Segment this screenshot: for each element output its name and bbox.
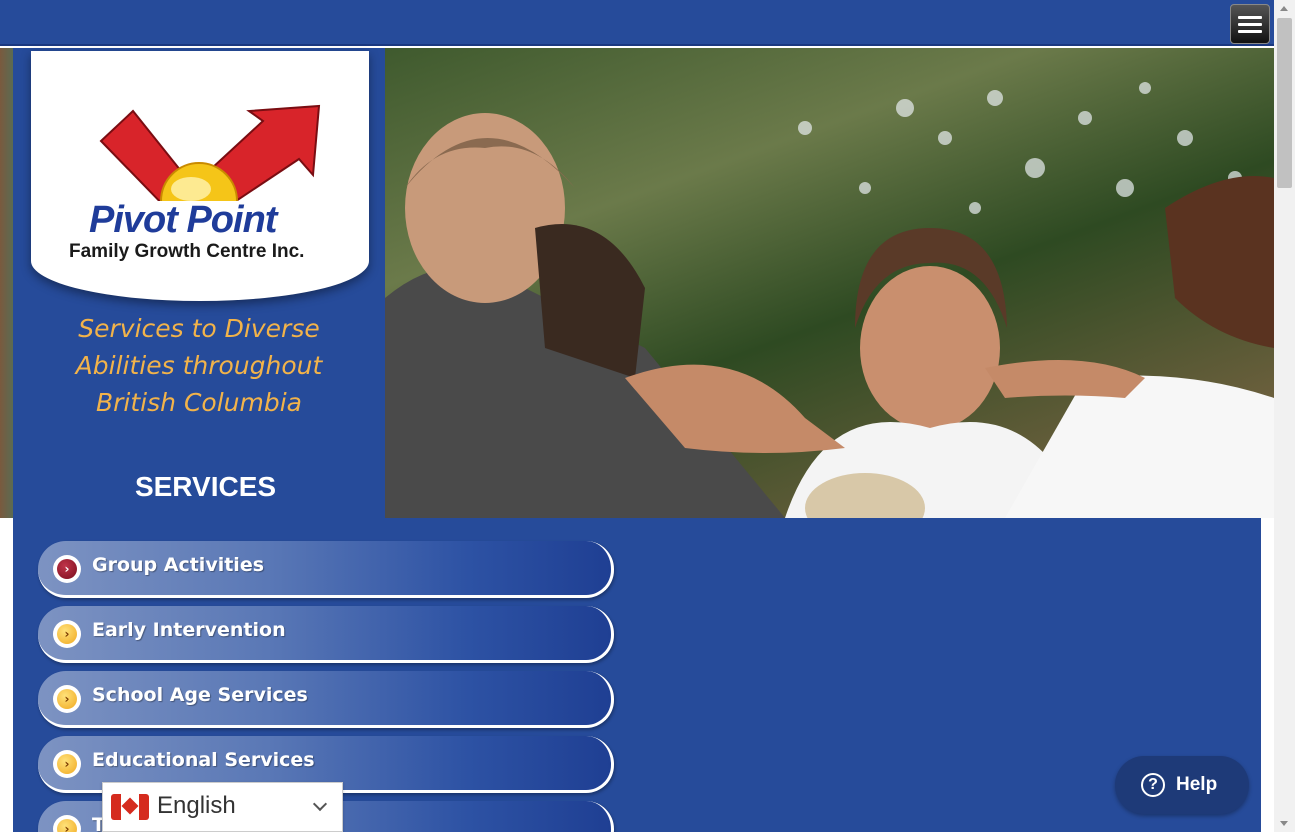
services-heading: SERVICES	[134, 471, 277, 502]
chevron-right-icon: ›	[53, 620, 81, 648]
chevron-down-icon	[312, 796, 328, 812]
service-item-label: Group Activities	[92, 554, 265, 576]
chevron-right-icon: ›	[53, 555, 81, 583]
scroll-up-icon[interactable]	[1280, 6, 1288, 11]
language-label: English	[157, 792, 236, 819]
hamburger-menu-icon[interactable]	[1230, 4, 1270, 44]
logo-name: Pivot Point	[89, 199, 277, 241]
scroll-down-icon[interactable]	[1280, 821, 1288, 826]
page-edge	[1261, 518, 1274, 832]
people-hugging-photo	[385, 82, 1274, 518]
canada-flag-icon	[111, 794, 149, 820]
hero-photo	[385, 48, 1274, 518]
question-circle-icon: ?	[1141, 773, 1165, 797]
service-item-group-activities[interactable]: › Group Activities	[38, 541, 614, 598]
service-item-school-age-services[interactable]: › School Age Services	[38, 671, 614, 728]
tagline-line-2: Abilities throughout	[75, 351, 323, 380]
help-label: Help	[1176, 774, 1218, 795]
service-item-early-intervention[interactable]: › Early Intervention	[38, 606, 614, 663]
language-selector[interactable]: English	[102, 782, 343, 832]
tagline: Services to Diverse Abilities throughout…	[33, 310, 365, 421]
scrollbar[interactable]	[1274, 0, 1295, 832]
scroll-thumb[interactable]	[1277, 18, 1292, 188]
service-item-label: School Age Services	[92, 684, 308, 706]
chevron-right-icon: ›	[53, 750, 81, 778]
help-button[interactable]: ? Help	[1115, 756, 1249, 814]
tagline-line-1: Services to Diverse	[78, 314, 320, 343]
logo[interactable]: Pivot Point Family Growth Centre Inc.	[31, 51, 369, 301]
tagline-line-3: British Columbia	[96, 388, 302, 417]
hero-panel: Pivot Point Family Growth Centre Inc. Se…	[13, 48, 385, 518]
top-bar	[0, 0, 1274, 46]
logo-subtitle: Family Growth Centre Inc.	[69, 241, 305, 262]
chevron-right-icon: ›	[53, 685, 81, 713]
chevron-right-icon: ›	[53, 815, 81, 832]
pivot-arrow-icon	[99, 104, 321, 201]
service-item-label: Early Intervention	[92, 619, 286, 641]
hero-image-edge	[0, 48, 13, 518]
service-item-label: Educational Services	[92, 749, 315, 771]
